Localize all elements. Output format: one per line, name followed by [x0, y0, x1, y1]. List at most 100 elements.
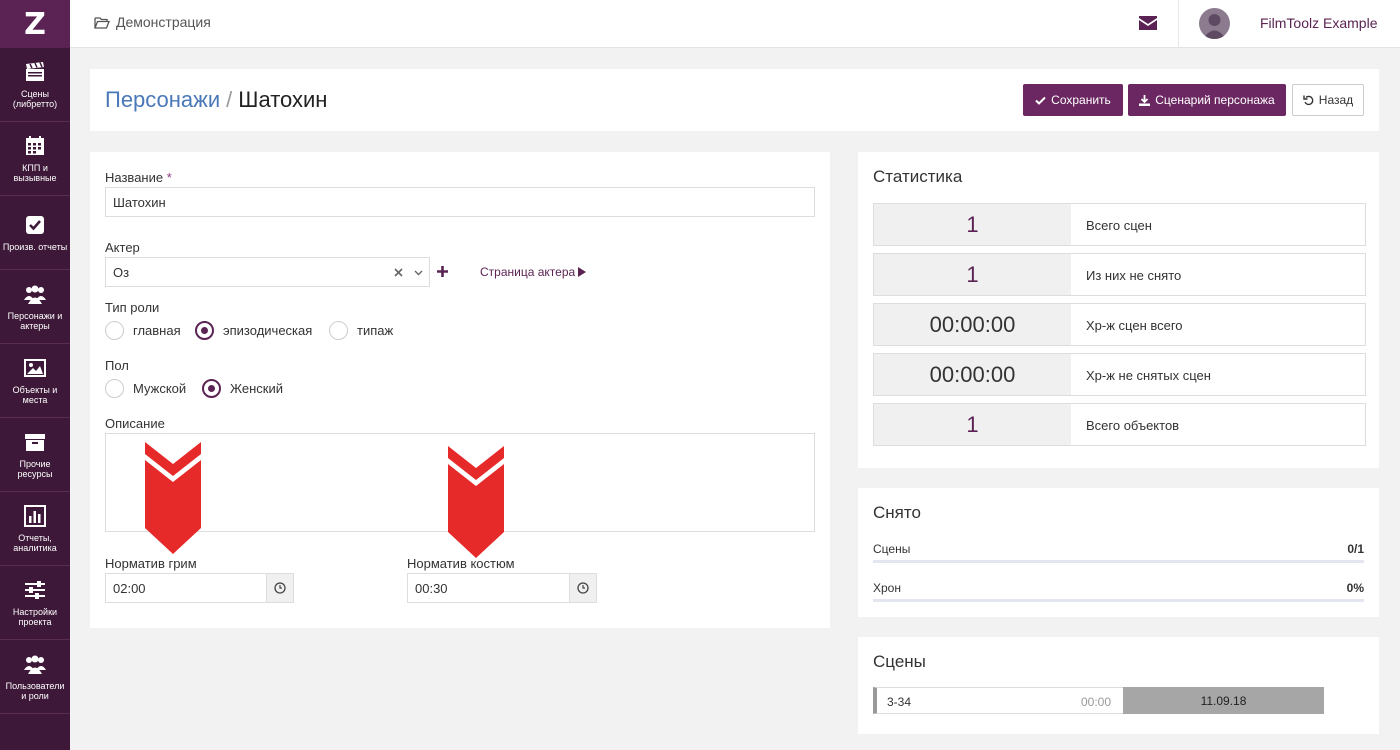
sidebar-item-analytics[interactable]: Отчеты, аналитика: [0, 492, 70, 566]
statistics-card: Статистика 1 Всего сцен 1 Из них не снят…: [858, 152, 1379, 468]
checkbox-icon: [26, 215, 44, 234]
stat-value: 1: [874, 254, 1071, 295]
play-arrow-icon: [578, 267, 587, 277]
scene-row[interactable]: 3-34 00:00 11.09.18: [873, 687, 1324, 714]
app-logo[interactable]: Z: [0, 0, 70, 48]
description-label: Описание: [105, 416, 165, 431]
sidebar-item-label: Настройки проекта: [12, 606, 58, 627]
scenes-progress-label: Сцены: [873, 542, 911, 556]
role-radio-type[interactable]: типаж: [329, 321, 393, 340]
shot-title: Снято: [873, 503, 921, 522]
makeup-norm-input[interactable]: 02:00: [105, 573, 294, 603]
sidebar-item-settings[interactable]: Настройки проекта: [0, 566, 70, 640]
role-radio-episodic[interactable]: эпизодическая: [195, 321, 312, 340]
envelope-icon[interactable]: [1138, 15, 1158, 31]
sidebar-item-characters[interactable]: Персонажи и актеры: [0, 270, 70, 344]
actor-select[interactable]: Оз: [105, 257, 430, 287]
avatar[interactable]: [1199, 8, 1230, 39]
costume-norm-input[interactable]: 00:30: [407, 573, 597, 603]
stat-label: Всего объектов: [1086, 418, 1180, 433]
radio-circle: [202, 379, 221, 398]
character-script-label: Сценарий персонажа: [1155, 93, 1275, 107]
sidebar-item-label: Пользователи и роли: [5, 680, 65, 701]
radio-label: Мужской: [133, 381, 187, 396]
stat-value: 1: [874, 204, 1071, 245]
scene-number: 3-34: [887, 695, 912, 709]
scenes-progress-row: Сцены 0/1: [873, 542, 1364, 556]
stat-row: 00:00:00 Хр-ж сцен всего: [873, 303, 1366, 346]
chevron-down-icon[interactable]: [414, 270, 423, 276]
sidebar-item-callsheets[interactable]: КПП и вызывные: [0, 122, 70, 196]
gender-radio-male[interactable]: Мужской: [105, 379, 186, 398]
stat-row: 00:00:00 Хр-ж не снятых сцен: [873, 353, 1366, 396]
role-type-label: Тип роли: [105, 300, 160, 315]
users-icon: [24, 285, 46, 304]
clear-icon[interactable]: [394, 268, 403, 277]
chron-progress-row: Хрон 0%: [873, 581, 1364, 595]
clock-icon: [577, 582, 589, 594]
sidebar-item-users[interactable]: Пользователи и роли: [0, 640, 70, 714]
radio-circle: [105, 321, 124, 340]
logo-text: Z: [24, 6, 46, 42]
user-name[interactable]: FilmToolz Example: [1260, 15, 1377, 31]
radio-label: главная: [133, 323, 181, 338]
chron-progress-label: Хрон: [873, 581, 901, 595]
stat-row: 1 Всего объектов: [873, 403, 1366, 446]
chron-progress-bar: [873, 599, 1364, 602]
sidebar-item-scenes[interactable]: Сцены (либретто): [0, 48, 70, 122]
scene-duration: 00:00: [1081, 695, 1112, 709]
user-silhouette-icon: [1203, 14, 1226, 39]
stat-row: 1 Всего сцен: [873, 203, 1366, 246]
sliders-icon: [25, 580, 45, 599]
gender-radio-female[interactable]: Женский: [202, 379, 283, 398]
name-label: Название *: [105, 170, 172, 185]
role-radio-main[interactable]: главная: [105, 321, 181, 340]
page-title: Персонажи / Шатохин: [105, 87, 327, 113]
actor-label: Актер: [105, 240, 140, 255]
scenes-title: Сцены: [873, 652, 926, 671]
name-label-text: Название: [105, 170, 164, 185]
project-breadcrumb[interactable]: Демонстрация: [94, 14, 211, 30]
character-script-button[interactable]: Сценарий персонажа: [1128, 84, 1286, 116]
clock-icon: [274, 582, 286, 594]
image-icon: [24, 358, 46, 377]
archive-icon: [25, 433, 45, 451]
makeup-norm-value: 02:00: [113, 580, 146, 596]
radio-label: эпизодическая: [223, 323, 313, 338]
back-button-label: Назад: [1318, 93, 1354, 107]
sidebar-item-label: Объекты и места: [12, 384, 58, 405]
page-header: Персонажи / Шатохин Сохранить Сценарий пер…: [90, 69, 1379, 131]
name-input[interactable]: Шатохин: [105, 187, 815, 217]
check-icon: [1035, 96, 1046, 105]
gender-label: Пол: [105, 358, 129, 373]
radio-circle: [105, 379, 124, 398]
annotation-arrow-down-icon: [145, 442, 201, 554]
bar-chart-icon: [24, 504, 46, 527]
required-mark: *: [166, 170, 172, 185]
scenes-progress-bar: [873, 560, 1364, 563]
breadcrumb-link-characters[interactable]: Персонажи: [105, 87, 220, 112]
breadcrumb-separator: /: [226, 87, 233, 112]
shot-progress-card: Снято Сцены 0/1 Хрон 0%: [858, 488, 1379, 617]
top-bar: Демонстрация FilmToolz Example: [70, 0, 1400, 48]
makeup-time-picker[interactable]: [266, 574, 293, 602]
costume-time-picker[interactable]: [569, 574, 596, 602]
scene-date: 11.09.18: [1123, 687, 1324, 714]
makeup-norm-label: Норматив грим: [105, 556, 197, 571]
add-actor-icon[interactable]: [437, 266, 448, 277]
scenes-card: Сцены 3-34 00:00 11.09.18: [858, 637, 1379, 734]
save-button[interactable]: Сохранить: [1023, 84, 1123, 116]
clapperboard-icon: [26, 61, 44, 81]
back-button[interactable]: Назад: [1292, 84, 1364, 116]
actor-page-link[interactable]: Страница актера: [480, 265, 587, 279]
actor-page-link-text: Страница актера: [480, 265, 576, 279]
stat-row: 1 Из них не снято: [873, 253, 1366, 296]
sidebar-item-locations[interactable]: Объекты и места: [0, 344, 70, 418]
undo-icon: [1303, 95, 1314, 105]
costume-norm-value: 00:30: [415, 580, 448, 596]
sidebar-item-label: Персонажи и актеры: [7, 310, 63, 331]
actor-select-value: Оз: [113, 264, 130, 280]
sidebar-item-resources[interactable]: Прочие ресурсы: [0, 418, 70, 492]
name-input-value: Шатохин: [113, 194, 166, 210]
sidebar-item-reports[interactable]: Произв. отчеты: [0, 196, 70, 270]
